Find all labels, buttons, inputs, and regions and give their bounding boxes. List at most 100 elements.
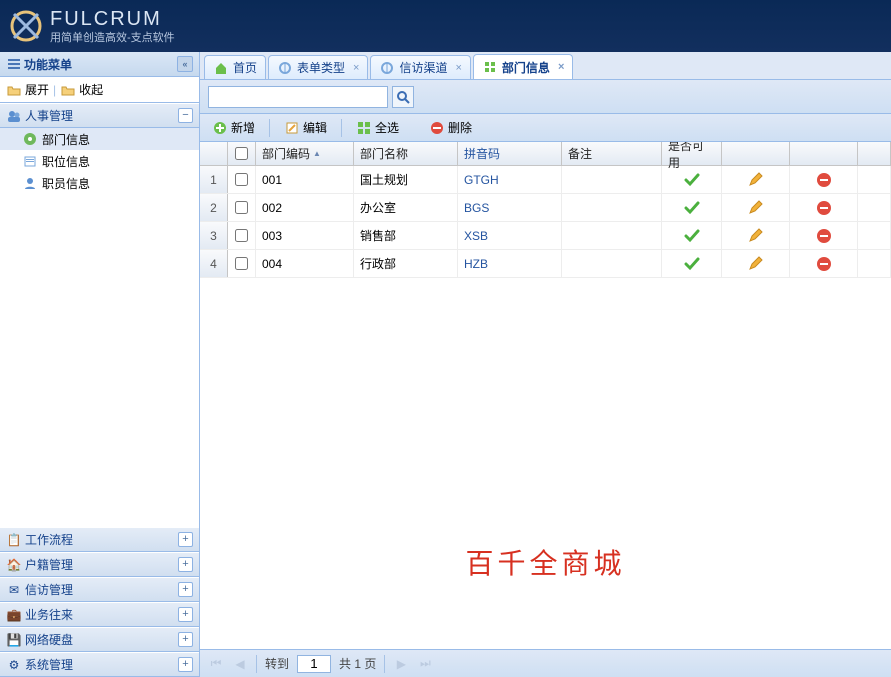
accordion-header-4[interactable]: 💾网络硬盘+ [0,627,199,652]
cell-pinyin: XSB [458,222,562,249]
tab-2[interactable]: 信访渠道× [370,55,470,79]
select-all-button[interactable]: 全选 [350,117,405,138]
tree-node-2[interactable]: 职员信息 [0,172,199,194]
col-header-code[interactable]: 部门编码 [256,142,354,165]
cell-code: 004 [256,250,354,277]
cell-available [662,250,722,277]
add-button[interactable]: 新增 [206,117,261,138]
table-row[interactable]: 2002办公室BGS [200,194,891,222]
tree-node-icon [22,175,38,191]
tab-icon [379,60,395,76]
cell-code: 003 [256,222,354,249]
cell-edit[interactable] [722,250,790,277]
select-all-checkbox[interactable] [235,147,248,160]
accordion-header-5[interactable]: ⚙系统管理+ [0,652,199,677]
cell-delete[interactable] [790,250,858,277]
group-icon: 💼 [6,607,22,623]
cell-name: 行政部 [354,250,458,277]
close-icon[interactable]: × [353,62,359,74]
tab-3[interactable]: 部门信息× [473,54,573,79]
cell-edit[interactable] [722,194,790,221]
expand-all-button[interactable]: 展开 [6,81,49,98]
cell-name: 办公室 [354,194,458,221]
search-button[interactable] [392,86,414,108]
data-grid: 部门编码 部门名称 拼音码 备注 是否可用 1001国土规划GTGH2002办公… [200,142,891,649]
next-page-button[interactable]: ▶ [393,656,409,672]
row-checkbox[interactable] [235,173,248,186]
prev-page-button[interactable]: ◀ [232,656,248,672]
accordion-header-0[interactable]: 📋工作流程+ [0,527,199,552]
search-icon [396,90,410,104]
table-row[interactable]: 4004行政部HZB [200,250,891,278]
col-header-delete [790,142,858,165]
cell-pinyin: GTGH [458,166,562,193]
accordion-header-2[interactable]: ✉信访管理+ [0,577,199,602]
group-icon: ⚙ [6,657,22,673]
logo-icon [8,8,44,44]
col-header-pinyin[interactable]: 拼音码 [458,142,562,165]
minus-icon: − [178,108,193,123]
sidebar-collapse-button[interactable]: « [177,56,193,72]
delete-button[interactable]: 删除 [423,117,478,138]
close-icon[interactable]: × [455,62,461,74]
check-icon [684,228,700,244]
tree: 部门信息职位信息职员信息 [0,128,199,527]
cell-delete[interactable] [790,194,858,221]
check-icon [684,200,700,216]
cell-note [562,250,662,277]
edit-button[interactable]: 编辑 [278,117,333,138]
row-checkbox-cell [228,166,256,193]
group-icon: ✉ [6,582,22,598]
tab-bar: 首页表单类型×信访渠道×部门信息× [200,52,891,80]
tree-node-1[interactable]: 职位信息 [0,150,199,172]
people-icon [6,108,22,124]
app-header: FULCRUM 用简单创造高效-支点软件 [0,0,891,52]
search-input[interactable] [208,86,388,108]
table-row[interactable]: 3 003销售部XSB [200,222,891,250]
table-row[interactable]: 1001国土规划GTGH [200,166,891,194]
page-input[interactable] [297,655,331,673]
first-page-button[interactable]: ⏮ [208,656,224,672]
tab-icon [213,60,229,76]
last-page-button[interactable]: ⏭ [417,656,433,672]
row-checkbox-cell [228,194,256,221]
group-icon: 💾 [6,632,22,648]
remove-icon [816,172,832,188]
cell-pinyin: HZB [458,250,562,277]
accordion-header-1[interactable]: 🏠户籍管理+ [0,552,199,577]
col-header-note[interactable]: 备注 [562,142,662,165]
row-checkbox[interactable] [235,229,248,242]
col-header-name[interactable]: 部门名称 [354,142,458,165]
collapse-all-button[interactable]: 收起 [60,81,103,98]
tree-node-0[interactable]: 部门信息 [0,128,199,150]
row-checkbox[interactable] [235,201,248,214]
remove-icon [816,228,832,244]
cell-name: 国土规划 [354,166,458,193]
separator [341,119,342,137]
cell-delete[interactable] [790,166,858,193]
cell-name: 销售部 [354,222,458,249]
accordion-header-3[interactable]: 💼业务往来+ [0,602,199,627]
cell-available [662,194,722,221]
search-bar [200,80,891,114]
row-number: 1 [200,166,228,193]
close-icon[interactable]: × [558,61,564,73]
cell-available [662,222,722,249]
row-checkbox-cell [228,250,256,277]
checkbox-header[interactable] [228,142,256,165]
cell-note [562,166,662,193]
cell-edit[interactable] [722,222,790,249]
accordion-header-hr[interactable]: 人事管理 − [0,103,199,128]
plus-icon: + [178,607,193,622]
tab-1[interactable]: 表单类型× [268,55,368,79]
folder-icon [60,82,76,98]
row-checkbox[interactable] [235,257,248,270]
menu-icon [6,56,22,72]
cell-edit[interactable] [722,166,790,193]
pencil-icon [748,172,764,188]
tree-toolbar: 展开 | 收起 [0,77,199,103]
row-number: 3 [200,222,228,249]
tab-0[interactable]: 首页 [204,55,266,79]
cell-delete[interactable] [790,222,858,249]
col-header-avail[interactable]: 是否可用 [662,142,722,165]
